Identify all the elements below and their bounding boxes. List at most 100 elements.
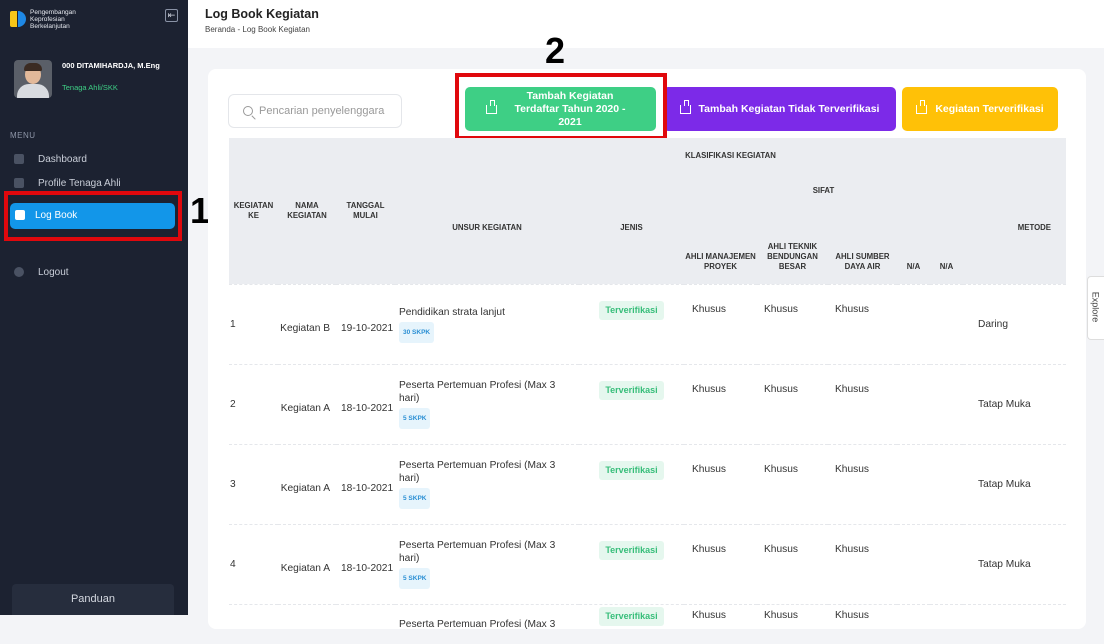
cell-na2 xyxy=(930,363,963,444)
cell-s2: Khusus xyxy=(757,523,828,604)
header-jenis: JENIS xyxy=(579,173,684,284)
cell-jenis: Terverifikasi xyxy=(579,603,684,644)
sidebar-item-dashboard[interactable]: Dashboard xyxy=(14,149,174,171)
explore-tab[interactable]: Explore xyxy=(1087,276,1104,340)
annotation-number-2: 2 xyxy=(545,30,566,71)
cell-unsur: Peserta Pertemuan Profesi (Max 3 hari) 5 … xyxy=(395,443,579,524)
skpk-badge: 5 SKPK xyxy=(399,408,431,429)
book-icon xyxy=(15,210,25,221)
grid-icon xyxy=(14,154,24,165)
header-tanggal-mulai: TANGGAL MULAI xyxy=(336,138,395,284)
cell-na2 xyxy=(930,283,963,364)
user-name: 000 DITAMIHARDJA, M.Eng xyxy=(62,61,160,70)
table-row: 1 Kegiatan B 19-10-2021 Pendidikan strata l… xyxy=(229,283,1066,364)
cell-na2 xyxy=(930,603,963,644)
upload-icon xyxy=(916,99,928,114)
cell-s2: Khusus xyxy=(757,443,828,524)
cell-date xyxy=(336,603,395,644)
skpk-badge: 30 SKPK xyxy=(399,321,435,343)
status-badge: Terverifikasi xyxy=(599,300,664,320)
header-ahli-teknik: AHLI TEKNIK BENDUNGAN BESAR xyxy=(757,208,828,284)
cell-name: Kegiatan A xyxy=(278,443,336,524)
cell-na2 xyxy=(930,523,963,604)
cell-name xyxy=(278,603,336,644)
verified-activity-button[interactable]: Kegiatan Terverifikasi xyxy=(902,87,1058,131)
cell-no: 1 xyxy=(229,283,278,364)
sidebar-item-log-book[interactable]: Log Book xyxy=(10,203,175,229)
cell-date: 18-10-2021 xyxy=(336,523,395,604)
breadcrumb-home[interactable]: Beranda xyxy=(205,25,235,34)
table-row: 3 Kegiatan A 18-10-2021 Peserta Pertemuan P… xyxy=(229,443,1066,524)
collapse-left-icon[interactable]: ⇤ xyxy=(165,9,178,22)
sidebar-item-logout[interactable]: Logout xyxy=(14,262,174,284)
user-role: Tenaga Ahli/SKK xyxy=(62,83,118,92)
cell-no: 2 xyxy=(229,363,278,444)
cell-s2: Khusus xyxy=(757,283,828,364)
search-input[interactable]: Pencarian penyelenggara xyxy=(228,94,402,128)
add-unverified-activity-button[interactable]: Tambah Kegiatan Tidak Terverifikasi xyxy=(663,87,896,131)
top-header: Log Book Kegiatan Beranda - Log Book Keg… xyxy=(188,0,1104,48)
cell-metode: Tatap Muka xyxy=(963,523,1066,604)
avatar xyxy=(14,60,52,98)
table-row: 4 Kegiatan A 18-10-2021 Peserta Pertemuan P… xyxy=(229,523,1066,604)
upload-icon xyxy=(679,99,691,114)
cell-na2 xyxy=(930,443,963,524)
header-sifat: SIFAT xyxy=(684,173,963,208)
status-badge: Terverifikasi xyxy=(599,380,664,400)
activity-unsur: Peserta Pertemuan Profesi (Max 3 hari) xyxy=(399,380,556,404)
user-icon xyxy=(14,178,24,189)
skpk-badge: 5 SKPK xyxy=(399,568,431,589)
cell-s1: Khusus xyxy=(684,363,757,444)
cell-metode: Daring xyxy=(963,283,1066,364)
breadcrumb-current: Log Book Kegiatan xyxy=(242,25,310,34)
sidebar: Pengembangan Keprofesian Berkelanjutan ⇤… xyxy=(0,0,188,615)
table-row: Peserta Pertemuan Profesi (Max 3 Terverif… xyxy=(229,603,1066,644)
logout-icon xyxy=(14,267,24,278)
cell-s3: Khusus xyxy=(828,603,897,644)
sidebar-item-profile[interactable]: Profile Tenaga Ahli xyxy=(14,177,174,191)
cell-na1 xyxy=(897,523,930,604)
header-metode: METODE xyxy=(963,173,1066,284)
cell-s2: Khusus xyxy=(757,603,828,644)
header-ahli-manajemen: AHLI MANAJEMEN PROYEK xyxy=(684,208,757,284)
cell-na1 xyxy=(897,443,930,524)
activity-unsur: Peserta Pertemuan Profesi (Max 3 xyxy=(399,618,556,630)
header-nama-kegiatan: NAMA KEGIATAN xyxy=(278,138,336,284)
cell-unsur: Peserta Pertemuan Profesi (Max 3 hari) 5 … xyxy=(395,363,579,444)
cell-na1 xyxy=(897,603,930,644)
cell-s1: Khusus xyxy=(684,443,757,524)
cell-unsur: Peserta Pertemuan Profesi (Max 3 xyxy=(395,603,579,644)
cell-name: Kegiatan A xyxy=(278,363,336,444)
logo-text: Pengembangan Keprofesian Berkelanjutan xyxy=(30,9,76,30)
cell-s1: Khusus xyxy=(684,603,757,644)
cell-date: 18-10-2021 xyxy=(336,443,395,524)
breadcrumb: Beranda - Log Book Kegiatan xyxy=(205,25,310,34)
app-logo[interactable]: Pengembangan Keprofesian Berkelanjutan xyxy=(10,7,76,31)
cell-na1 xyxy=(897,283,930,364)
cell-date: 19-10-2021 xyxy=(336,283,395,364)
status-badge: Terverifikasi xyxy=(599,540,664,560)
cell-s3: Khusus xyxy=(828,283,897,364)
cell-unsur: Pendidikan strata lanjut 30 SKPK xyxy=(395,283,579,364)
cell-s3: Khusus xyxy=(828,363,897,444)
cell-s3: Khusus xyxy=(828,443,897,524)
cell-jenis: Terverifikasi xyxy=(579,523,684,604)
cell-s1: Khusus xyxy=(684,523,757,604)
cell-jenis: Terverifikasi xyxy=(579,363,684,444)
upload-icon xyxy=(486,99,497,114)
cell-jenis: Terverifikasi xyxy=(579,443,684,524)
status-badge: Terverifikasi xyxy=(599,460,664,480)
cell-s3: Khusus xyxy=(828,523,897,604)
skpk-badge: 5 SKPK xyxy=(399,488,431,509)
cell-s2: Khusus xyxy=(757,363,828,444)
cell-date: 18-10-2021 xyxy=(336,363,395,444)
header-klasifikasi: KLASIFIKASI KEGIATAN xyxy=(395,138,1066,173)
cell-metode: Tatap Muka xyxy=(963,443,1066,524)
panduan-button[interactable]: Panduan xyxy=(12,584,174,615)
header-unsur: UNSUR KEGIATAN xyxy=(395,173,579,284)
add-registered-activity-button[interactable]: Tambah Kegiatan Terdaftar Tahun 2020 - 2… xyxy=(465,87,656,131)
cell-name: Kegiatan A xyxy=(278,523,336,604)
search-icon xyxy=(243,106,253,117)
header-na-2: N/A xyxy=(930,208,963,284)
cell-metode xyxy=(963,603,1066,644)
